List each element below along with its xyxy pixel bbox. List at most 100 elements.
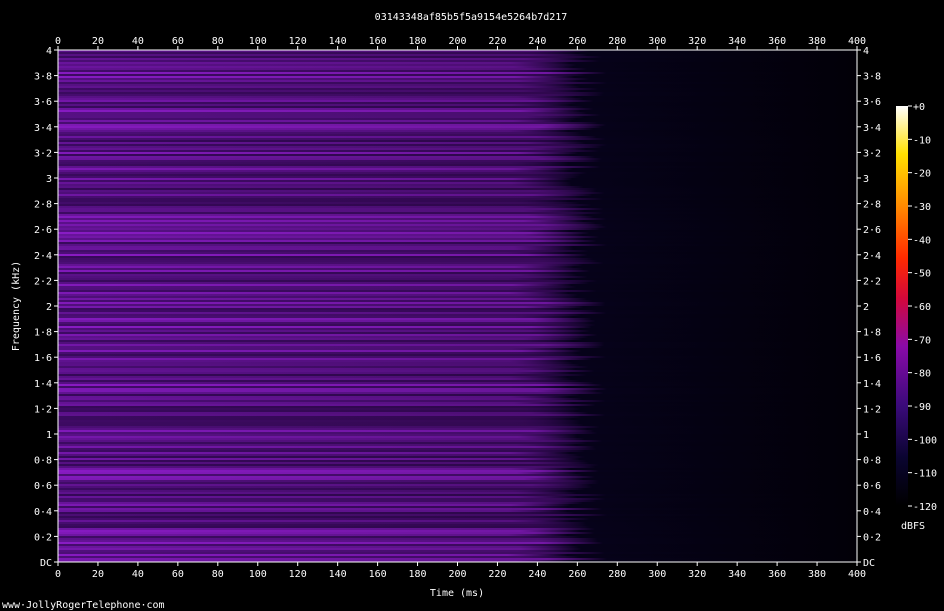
y-tick-label-right: DC — [863, 558, 875, 569]
heatmap-row — [58, 80, 857, 82]
heatmap-row — [58, 534, 857, 536]
heatmap-row — [58, 506, 857, 508]
y-tick-label-left: 0·8 — [34, 456, 52, 467]
heatmap-row — [58, 546, 857, 548]
x-tick-label-bottom: 100 — [249, 569, 267, 580]
y-tick-label-right: 0·2 — [863, 532, 881, 543]
heatmap-row — [58, 446, 857, 448]
heatmap-row — [58, 550, 857, 552]
footer-credit: www·JollyRogerTelephone·com — [2, 600, 165, 611]
heatmap-row — [58, 352, 857, 354]
heatmap-row — [58, 124, 857, 126]
heatmap-row — [58, 494, 857, 496]
heatmap-row — [58, 196, 857, 198]
heatmap-row — [58, 122, 857, 124]
heatmap-row — [58, 450, 857, 452]
heatmap-row — [58, 522, 857, 524]
x-tick-label-bottom: 0 — [55, 569, 61, 580]
y-tick-label-left: 1·8 — [34, 328, 52, 339]
heatmap-row — [58, 268, 857, 270]
y-tick-label-right: 3·6 — [863, 97, 881, 108]
x-tick-label-top: 160 — [369, 36, 387, 47]
heatmap-row — [58, 412, 857, 414]
heatmap-row — [58, 426, 857, 428]
x-tick-label-top: 220 — [488, 36, 506, 47]
heatmap-row — [58, 444, 857, 446]
heatmap-row — [58, 434, 857, 436]
heatmap-row — [58, 438, 857, 440]
y-tick-label-left: 1·6 — [34, 353, 52, 364]
heatmap-row — [58, 416, 857, 418]
y-tick-label-left: 1 — [46, 430, 52, 441]
heatmap-row — [58, 190, 857, 192]
x-tick-label-top: 300 — [648, 36, 666, 47]
heatmap-row — [58, 244, 857, 246]
heatmap-row — [58, 388, 857, 390]
heatmap-row — [58, 474, 857, 476]
heatmap-row — [58, 272, 857, 274]
heatmap-row — [58, 406, 857, 408]
heatmap-row — [58, 336, 857, 338]
heatmap-row — [58, 448, 857, 450]
heatmap-row — [58, 472, 857, 474]
x-tick-label-bottom: 160 — [369, 569, 387, 580]
heatmap-row — [58, 64, 857, 66]
heatmap-row — [58, 310, 857, 312]
x-tick-label-top: 320 — [688, 36, 706, 47]
heatmap-row — [58, 320, 857, 322]
heatmap-row — [58, 280, 857, 282]
heatmap-row — [58, 262, 857, 264]
heatmap-row — [58, 348, 857, 350]
heatmap-row — [58, 384, 857, 386]
colorbar-tick-label: -110 — [913, 469, 937, 480]
heatmap-row — [58, 260, 857, 262]
heatmap-row — [58, 172, 857, 174]
heatmap-row — [58, 464, 857, 466]
heatmap-row — [58, 532, 857, 534]
heatmap-row — [58, 462, 857, 464]
heatmap-row — [58, 56, 857, 58]
heatmap-row — [58, 226, 857, 228]
heatmap-row — [58, 252, 857, 254]
y-tick-label-left: 4 — [46, 46, 52, 57]
heatmap-row — [58, 518, 857, 520]
heatmap-row — [58, 118, 857, 120]
x-tick-label-bottom: 360 — [768, 569, 786, 580]
heatmap-row — [58, 158, 857, 160]
heatmap-row — [58, 238, 857, 240]
x-tick-label-top: 0 — [55, 36, 61, 47]
heatmap-row — [58, 186, 857, 188]
heatmap-row — [58, 354, 857, 356]
x-tick-label-bottom: 340 — [728, 569, 746, 580]
heatmap-row — [58, 54, 857, 56]
y-tick-label-right: 1·4 — [863, 379, 881, 390]
x-tick-label-bottom: 40 — [132, 569, 144, 580]
heatmap-row — [58, 316, 857, 318]
heatmap-row — [58, 246, 857, 248]
heatmap-row — [58, 424, 857, 426]
heatmap-row — [58, 376, 857, 378]
x-tick-label-top: 340 — [728, 36, 746, 47]
y-axis-right: DC 0·2 0·4 0·6 0·8 1 1·2 1·4 1·6 1·8 2 2·2 2·4 2·6 2·8… — [857, 46, 881, 569]
heatmap-row — [58, 282, 857, 284]
heatmap-row — [58, 174, 857, 176]
heatmap-row — [58, 558, 857, 560]
heatmap-row — [58, 372, 857, 374]
heatmap-row — [58, 490, 857, 492]
y-tick-label-right: 2·2 — [863, 276, 881, 287]
heatmap-row — [58, 512, 857, 514]
heatmap-row — [58, 136, 857, 138]
colorbar-tick-label: -30 — [913, 202, 931, 213]
x-tick-label-top: 280 — [608, 36, 626, 47]
colorbar-tick-label: +0 — [913, 102, 925, 113]
heatmap-row — [58, 222, 857, 224]
heatmap-row — [58, 198, 857, 200]
heatmap-row — [58, 530, 857, 532]
y-tick-label-left: 1·4 — [34, 379, 52, 390]
heatmap-row — [58, 356, 857, 358]
y-tick-label-right: 1·8 — [863, 328, 881, 339]
heatmap-row — [58, 138, 857, 140]
heatmap-row — [58, 508, 857, 510]
colorbar-ticks: +0 -10 -20 -30 -40 -50 -60 -70 -80 -90 -100 -110 -12… — [908, 102, 937, 513]
x-tick-label-bottom: 400 — [848, 569, 866, 580]
